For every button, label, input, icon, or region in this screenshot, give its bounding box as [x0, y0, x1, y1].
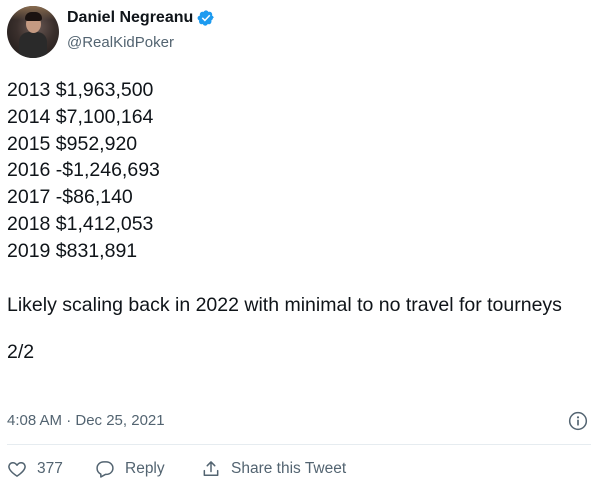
earnings-line-2013: 2013 $1,963,500 — [7, 79, 154, 101]
like-count: 377 — [37, 460, 63, 477]
reply-button[interactable]: Reply — [95, 459, 201, 479]
info-icon[interactable] — [568, 411, 588, 431]
heart-icon — [8, 462, 26, 477]
earnings-line-2018: 2018 $1,412,053 — [7, 212, 154, 235]
author-name-row[interactable]: Daniel Negreanu — [67, 9, 215, 27]
tweet-text: 2013 $1,963,500 2014 $7,100,164 2015 $95… — [7, 77, 577, 365]
reply-bubble-icon — [96, 461, 114, 478]
earnings-line-2019: 2019 $831,891 — [7, 239, 138, 262]
earnings-line-2016: 2016 -$1,246,693 — [7, 159, 160, 182]
tweet-timestamp[interactable]: 4:08 AM · Dec 25, 2021 — [7, 412, 165, 429]
avatar-figure-hair — [25, 12, 42, 21]
share-label: Share this Tweet — [231, 460, 347, 477]
like-button[interactable]: 377 — [7, 459, 95, 479]
reply-label: Reply — [125, 460, 165, 477]
author-name[interactable]: Daniel Negreanu — [67, 9, 193, 27]
earnings-line-2014: 2014 $7,100,164 — [7, 105, 154, 128]
share-button[interactable]: Share this Tweet — [201, 459, 346, 479]
tweet-message: Likely scaling back in 2022 with minimal… — [7, 293, 562, 316]
earnings-line-2015: 2015 $952,920 — [7, 132, 138, 155]
verified-badge-icon — [197, 10, 214, 26]
thread-position: 2/2 — [7, 340, 35, 363]
earnings-line-2017: 2017 -$86,140 — [7, 186, 133, 209]
avatar-figure-body — [19, 32, 47, 58]
divider — [7, 444, 591, 445]
avatar[interactable] — [7, 6, 59, 58]
author-handle[interactable]: @RealKidPoker — [67, 34, 174, 51]
share-upload-icon — [203, 461, 219, 476]
action-bar: 377 Reply Share this Tweet — [7, 458, 346, 480]
